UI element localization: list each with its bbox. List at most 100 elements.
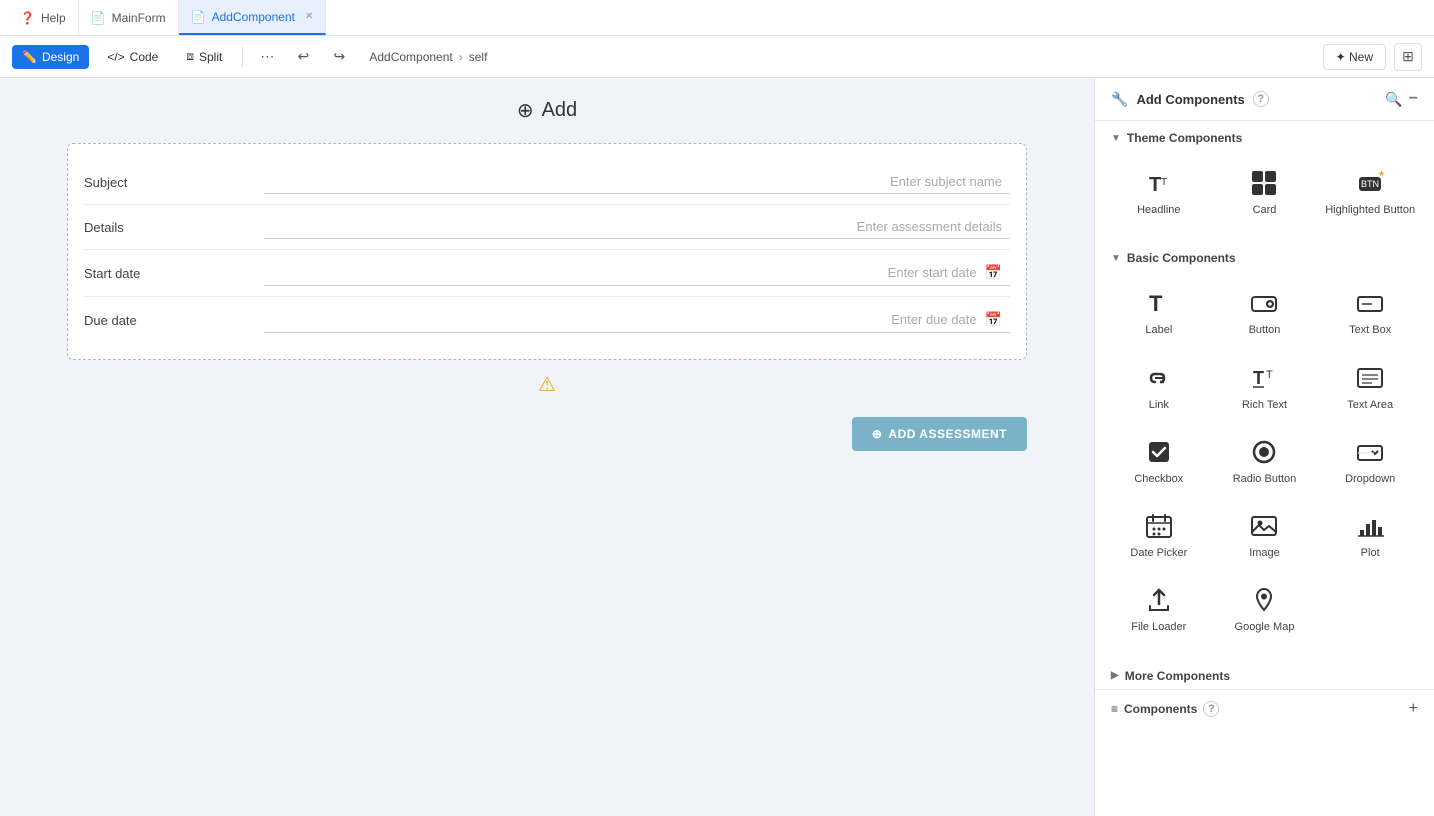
tab-close-icon[interactable]: ✕ — [305, 11, 313, 22]
more-section-header[interactable]: ▶ More Components — [1095, 659, 1434, 689]
component-radio-button[interactable]: Radio Button — [1213, 426, 1317, 498]
component-text-box[interactable]: Text Box — [1318, 277, 1422, 349]
code-button[interactable]: </> Code — [97, 45, 168, 69]
image-label: Image — [1249, 546, 1280, 560]
component-highlighted-button[interactable]: BTN ★ Highlighted Button — [1318, 157, 1422, 229]
component-google-map[interactable]: Google Map — [1213, 574, 1317, 646]
text-box-label: Text Box — [1349, 323, 1391, 337]
label-comp-label: Label — [1145, 323, 1172, 337]
due-date-placeholder: Enter due date — [891, 312, 976, 327]
start-date-placeholder: Enter start date — [888, 265, 977, 280]
add-button-row: ⊕ ADD ASSESSMENT — [67, 409, 1027, 459]
form-row-subject: Subject Enter subject name — [84, 160, 1010, 205]
component-file-loader[interactable]: File Loader — [1107, 574, 1211, 646]
theme-components-grid: TT Headline Card — [1095, 151, 1434, 241]
component-checkbox[interactable]: Checkbox — [1107, 426, 1211, 498]
split-icon: ⧈ — [186, 49, 194, 64]
google-map-icon — [1250, 586, 1278, 614]
details-input[interactable]: Enter assessment details — [264, 215, 1010, 239]
details-placeholder: Enter assessment details — [857, 219, 1002, 234]
tab-mainform[interactable]: 📄 MainForm — [79, 0, 179, 35]
breadcrumb-self: self — [469, 50, 488, 64]
component-image[interactable]: Image — [1213, 500, 1317, 572]
breadcrumb-component: AddComponent — [369, 50, 452, 64]
panel-footer-title: ≡ Components ? — [1111, 701, 1219, 717]
rich-text-label: Rich Text — [1242, 398, 1287, 412]
mainform-icon: 📄 — [91, 11, 106, 25]
panel-footer-add-button[interactable]: + — [1409, 700, 1418, 718]
components-footer-icon: ≡ — [1111, 702, 1118, 716]
panel-help-icon[interactable]: ? — [1253, 91, 1269, 107]
footer-help-icon[interactable]: ? — [1203, 701, 1219, 717]
search-icon[interactable]: 🔍 — [1385, 91, 1402, 108]
start-date-calendar-icon: 📅 — [985, 264, 1002, 281]
toolbar-separator-1 — [242, 47, 243, 67]
card-icon — [1250, 169, 1278, 197]
more-chevron-icon: ▶ — [1111, 670, 1119, 681]
text-box-icon — [1356, 289, 1384, 317]
checkbox-label: Checkbox — [1134, 472, 1183, 486]
component-label[interactable]: T Label — [1107, 277, 1211, 349]
add-assessment-button[interactable]: ⊕ ADD ASSESSMENT — [852, 417, 1027, 451]
code-icon: </> — [107, 50, 124, 64]
right-panel: 🔧 Add Components ? 🔍 − ▼ Theme Component… — [1094, 78, 1434, 816]
component-headline[interactable]: TT Headline — [1107, 157, 1211, 229]
component-dropdown[interactable]: Dropdown — [1318, 426, 1422, 498]
checkbox-icon — [1145, 438, 1173, 466]
form-container: Subject Enter subject name Details Enter… — [67, 143, 1027, 360]
component-card[interactable]: Card — [1213, 157, 1317, 229]
tab-help-label: Help — [41, 11, 66, 25]
due-date-input[interactable]: Enter due date 📅 — [264, 307, 1010, 333]
collapse-icon[interactable]: − — [1409, 90, 1418, 108]
new-button[interactable]: ✦ New — [1323, 44, 1386, 70]
toolbar: ✏️ Design </> Code ⧈ Split ⋯ ↩ ↪ AddComp… — [0, 36, 1434, 78]
highlighted-button-label: Highlighted Button — [1325, 203, 1415, 217]
component-link[interactable]: Link — [1107, 352, 1211, 424]
basic-section-header[interactable]: ▼ Basic Components — [1095, 241, 1434, 271]
warning-area: ⚠ — [538, 360, 556, 409]
dropdown-label: Dropdown — [1345, 472, 1395, 486]
more-section-label: More Components — [1125, 669, 1230, 683]
breadcrumb-separator: › — [459, 50, 463, 64]
tab-help[interactable]: ❓ Help — [8, 0, 79, 35]
panel-title-text: Add Components — [1136, 92, 1244, 107]
svg-text:T: T — [1161, 177, 1167, 188]
redo-button[interactable]: ↪ — [325, 43, 353, 71]
canvas-title: ⊕ Add — [517, 98, 577, 123]
panel-header: 🔧 Add Components ? 🔍 − — [1095, 78, 1434, 121]
undo-button[interactable]: ↩ — [289, 43, 317, 71]
design-button[interactable]: ✏️ Design — [12, 45, 89, 69]
wrench-icon: 🔧 — [1111, 91, 1128, 108]
split-button[interactable]: ⧈ Split — [176, 44, 232, 69]
breadcrumb: AddComponent › self — [369, 50, 487, 64]
more-options-button[interactable]: ⋯ — [253, 43, 281, 71]
svg-text:★: ★ — [1378, 169, 1384, 178]
subject-label: Subject — [84, 175, 264, 190]
date-picker-label: Date Picker — [1130, 546, 1187, 560]
link-label: Link — [1149, 398, 1169, 412]
tab-addcomponent[interactable]: 📄 AddComponent ✕ — [179, 0, 327, 35]
design-icon: ✏️ — [22, 50, 37, 64]
svg-text:BTN: BTN — [1361, 179, 1379, 189]
canvas: ⊕ Add Subject Enter subject name Details… — [0, 78, 1094, 816]
file-loader-icon — [1145, 586, 1173, 614]
start-date-input[interactable]: Enter start date 📅 — [264, 260, 1010, 286]
svg-text:T: T — [1253, 368, 1264, 388]
tab-mainform-label: MainForm — [112, 11, 166, 25]
component-text-area[interactable]: Text Area — [1318, 352, 1422, 424]
subject-input[interactable]: Enter subject name — [264, 170, 1010, 194]
layout-toggle-button[interactable]: ⊞ — [1394, 43, 1422, 71]
form-row-due-date: Due date Enter due date 📅 — [84, 297, 1010, 343]
component-plot[interactable]: Plot — [1318, 500, 1422, 572]
theme-section-header[interactable]: ▼ Theme Components — [1095, 121, 1434, 151]
headline-icon: TT — [1145, 169, 1173, 197]
form-row-details: Details Enter assessment details — [84, 205, 1010, 250]
svg-text:T: T — [1149, 291, 1163, 316]
toolbar-right: ✦ New ⊞ — [1323, 43, 1422, 71]
panel-actions: 🔍 − — [1385, 90, 1418, 108]
component-button[interactable]: Button — [1213, 277, 1317, 349]
add-title-icon: ⊕ — [517, 98, 534, 123]
component-rich-text[interactable]: T T Rich Text — [1213, 352, 1317, 424]
component-date-picker[interactable]: Date Picker — [1107, 500, 1211, 572]
addcomponent-icon: 📄 — [191, 10, 206, 24]
